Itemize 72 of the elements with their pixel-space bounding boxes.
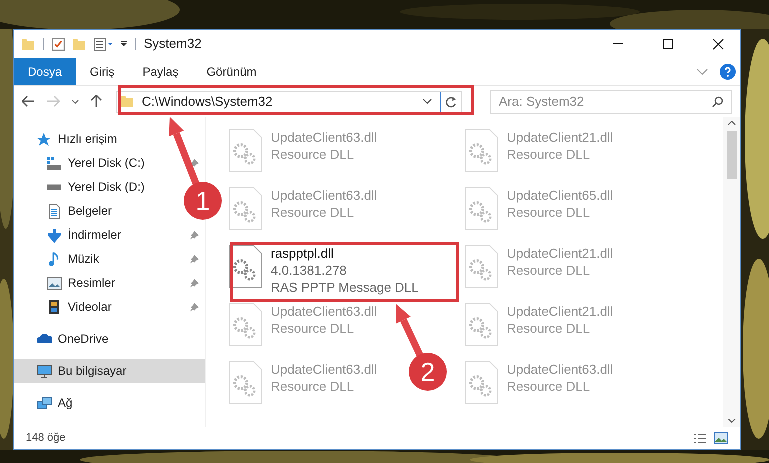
item-count: 148 öğe [26,430,66,446]
search-icon [712,96,724,108]
sidebar-item[interactable]: OneDrive [14,327,115,351]
folder-icon[interactable] [22,38,35,50]
chevron-down-icon[interactable] [423,99,432,104]
help-icon[interactable] [720,64,736,80]
file-detail: Resource DLL [507,146,590,163]
file-detail: Resource DLL [271,146,354,163]
pin-icon[interactable] [190,302,199,312]
sidebar-item[interactable]: Resimler [68,274,116,292]
picture-icon [46,276,62,290]
file-name[interactable]: raspptpl.dll [271,245,334,262]
scrollbar[interactable] [723,117,740,427]
sidebar-item[interactable]: Yerel Disk (D:) [68,178,145,196]
sidebar-item[interactable]: Videolar [68,298,112,316]
refresh-icon[interactable] [445,96,457,108]
ribbon-tab[interactable]: Dosya [14,58,76,85]
file-detail: Resource DLL [507,204,590,221]
close-icon[interactable] [713,38,724,50]
dropdown-icon[interactable] [121,41,127,47]
gear-file-icon[interactable] [229,245,263,289]
sidebar-item[interactable]: Yerel Disk (C:) [68,154,145,172]
download-arrow-icon [48,228,60,242]
sidebar-item[interactable]: İndirmeler [68,226,122,244]
folder-icon[interactable] [73,38,86,50]
monitor-icon [36,364,52,378]
file-detail: Resource DLL [507,320,590,337]
address-bar[interactable]: C:\Windows\System32 [116,90,462,112]
chevron-down-icon[interactable] [72,100,79,104]
cloud-icon [36,334,52,344]
scroll-up-icon[interactable] [728,121,736,125]
drive-icon [47,184,61,190]
ribbon-tab[interactable]: Giriş [76,58,129,85]
maximize-icon[interactable] [663,39,673,49]
sidebar-item[interactable]: Hızlı erişim [14,127,124,151]
ribbon-tab[interactable]: Paylaş [128,58,193,85]
file-detail: Resource DLL [271,378,354,395]
network-icon [36,397,52,409]
details-view-icon[interactable] [694,434,706,442]
window-title: System32 [144,35,202,54]
star-icon [36,132,52,146]
document-icon [48,204,60,218]
properties-icon[interactable] [94,38,113,50]
back-arrow-icon[interactable] [22,96,35,107]
folder-icon [121,96,134,107]
checklist-icon[interactable] [52,38,65,50]
pin-icon[interactable] [190,158,199,168]
file-detail: Resource DLL [271,204,354,221]
search-field[interactable]: Ara: System32 [490,90,732,114]
address-path: C:\Windows\System32 [142,92,273,111]
ribbon-tab[interactable]: Görünüm [192,58,271,85]
sidebar-item[interactable]: Ağ [14,391,79,415]
file-detail: Resource DLL [507,262,590,279]
pin-icon[interactable] [190,278,199,288]
up-arrow-icon[interactable] [91,95,102,108]
sidebar-item[interactable]: Müzik [68,250,100,268]
file-detail: Resource DLL [507,378,590,395]
forward-arrow-icon[interactable] [47,96,60,107]
scroll-down-icon[interactable] [728,419,736,423]
drive-icon [47,156,61,170]
sidebar-item[interactable]: Belgeler [68,202,112,220]
pin-icon[interactable] [190,254,199,264]
scroll-thumb[interactable] [726,131,736,179]
music-note-icon [49,252,59,266]
film-icon [49,300,59,314]
sidebar-item[interactable]: Bu bilgisayar [14,359,205,383]
file-detail: Resource DLL [271,320,354,337]
minimize-icon[interactable] [613,43,623,45]
file-detail: 4.0.1381.278 [271,262,347,279]
pin-icon[interactable] [190,230,199,240]
file-detail: RAS PPTP Message DLL [271,279,419,296]
thumbnail-view-icon[interactable] [714,432,728,444]
